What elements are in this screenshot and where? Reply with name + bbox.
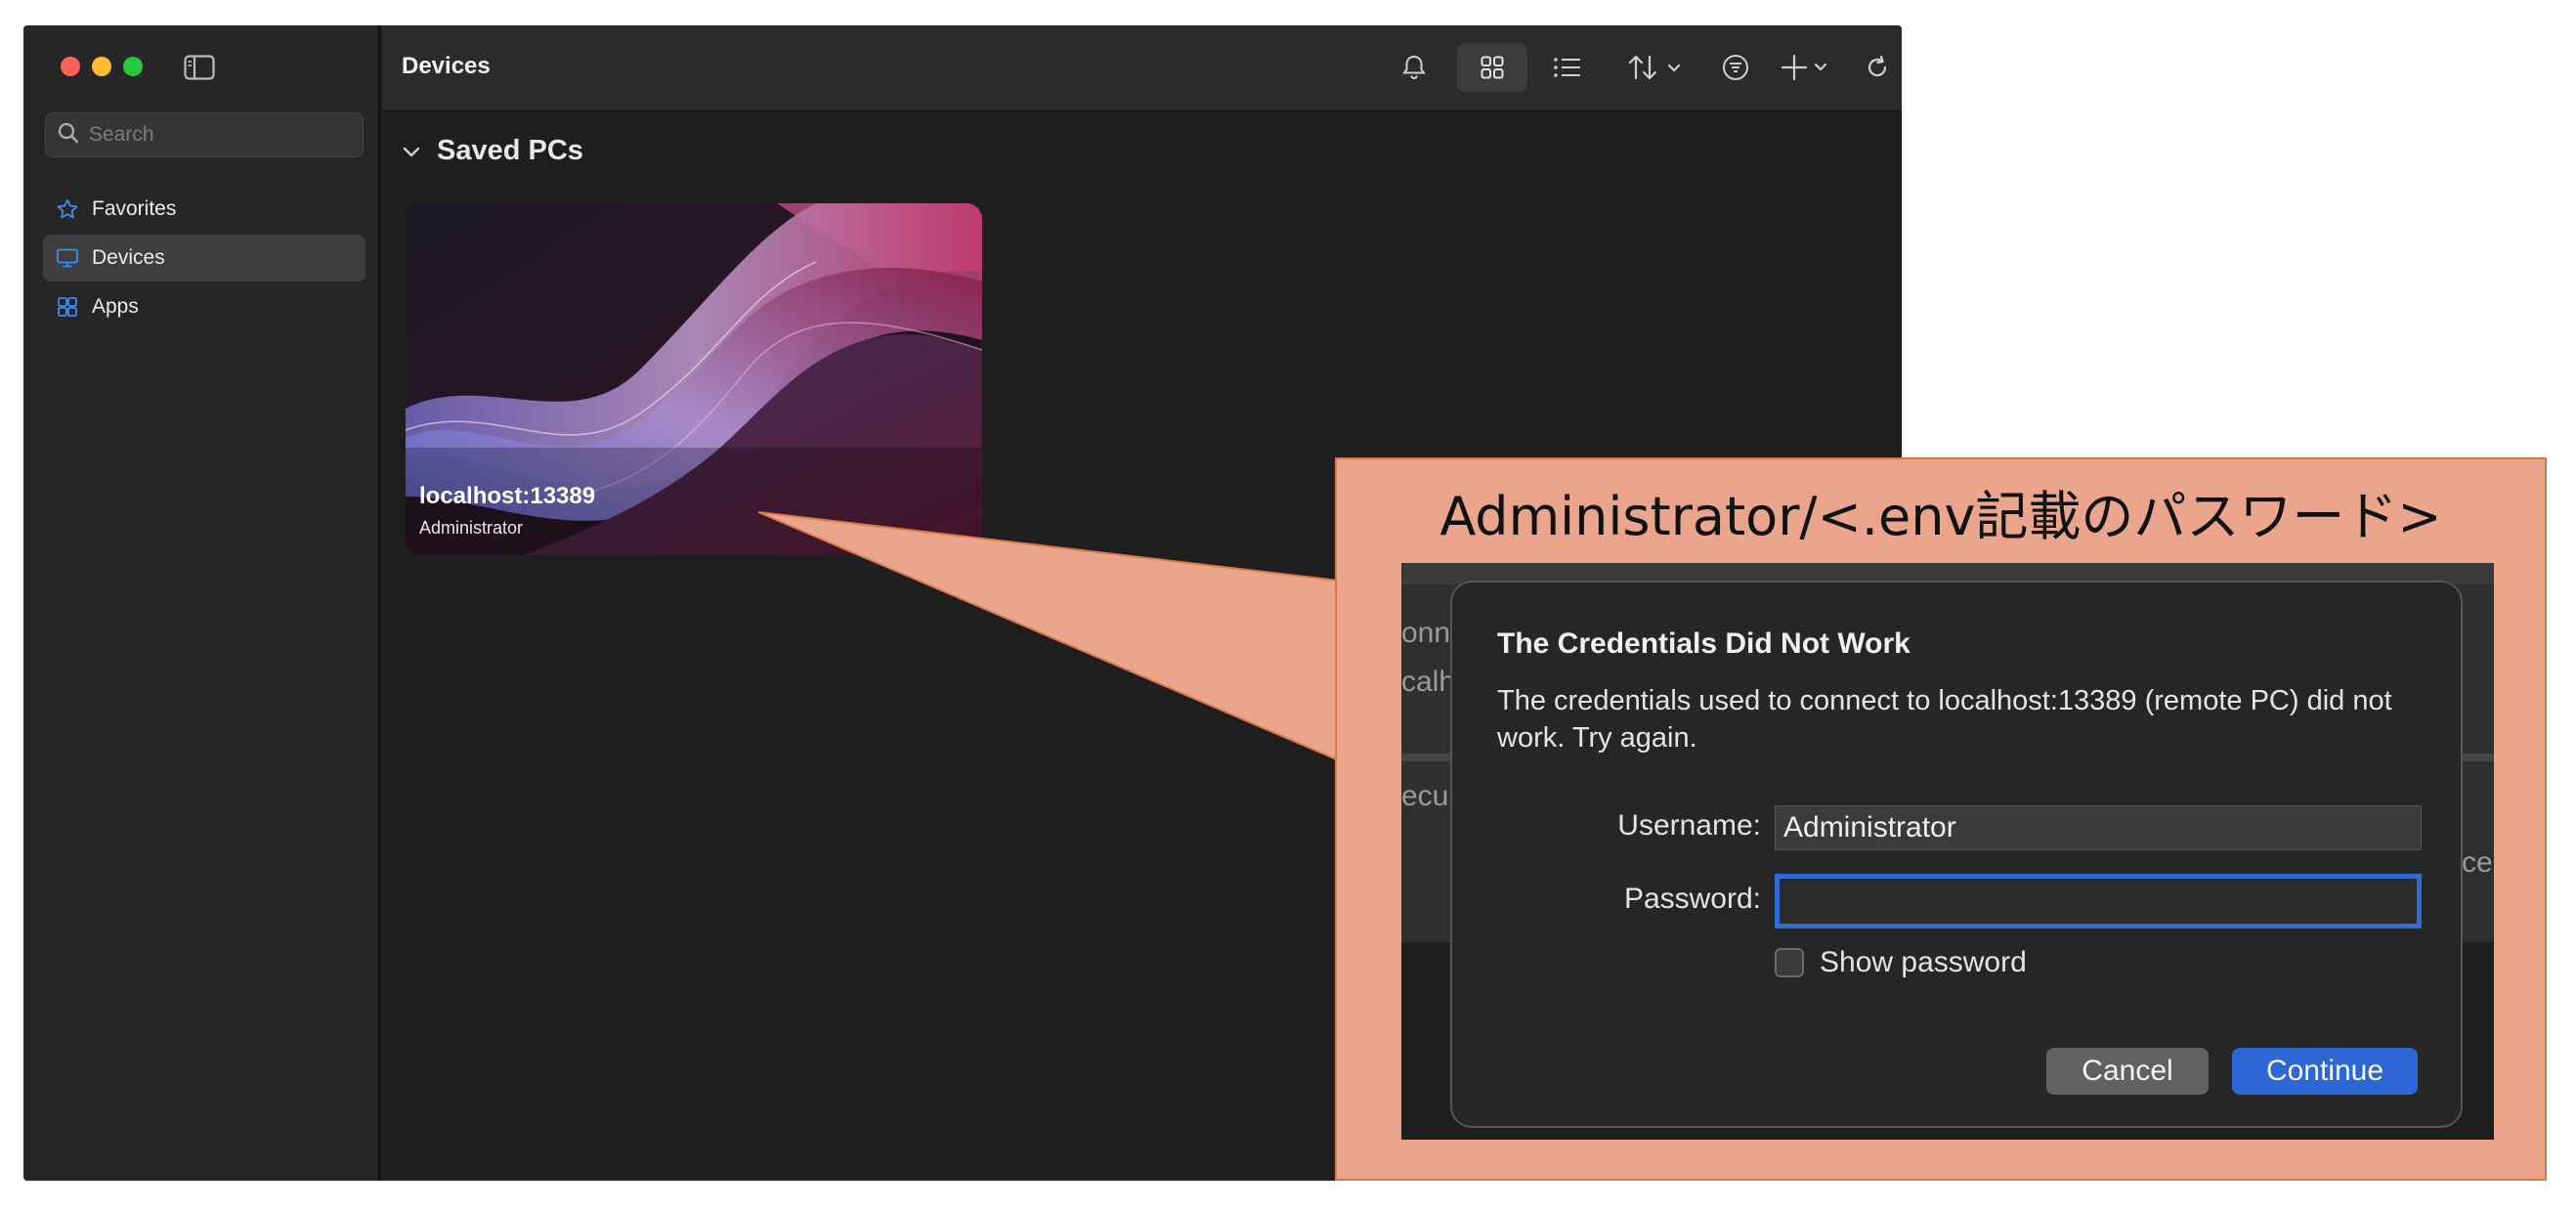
section-title: Saved PCs	[437, 135, 583, 166]
search-icon	[58, 122, 79, 149]
callout-text: Administrator/<.env記載のパスワード>	[1439, 486, 2442, 547]
sidebar-toggle-icon[interactable]	[184, 55, 215, 80]
cancel-button[interactable]: Cancel	[2046, 1048, 2209, 1095]
grid-view-icon[interactable]	[1457, 43, 1527, 92]
sidebar: Favorites Devices Apps	[23, 25, 380, 1181]
pc-card[interactable]: localhost:13389 Administrator	[406, 203, 982, 555]
filter-icon[interactable]	[1713, 43, 1758, 92]
dialog-title: The Credentials Did Not Work	[1497, 627, 1911, 660]
add-icon[interactable]	[1780, 43, 1838, 92]
monitor-icon	[55, 245, 80, 271]
username-field[interactable]	[1775, 805, 2422, 850]
window-controls	[61, 57, 143, 76]
search-field[interactable]	[45, 112, 364, 157]
toolbar: Devices	[382, 25, 1902, 111]
sidebar-item-label: Apps	[92, 295, 139, 318]
page-title: Devices	[402, 53, 491, 79]
apps-grid-icon	[55, 294, 80, 320]
sidebar-item-devices[interactable]: Devices	[43, 235, 365, 281]
sidebar-item-label: Devices	[92, 246, 165, 269]
password-field[interactable]	[1775, 874, 2422, 929]
show-password-checkbox[interactable]	[1775, 948, 1804, 977]
background-text-fragment: calh	[1401, 666, 1456, 698]
sidebar-item-apps[interactable]: Apps	[43, 283, 365, 330]
list-view-icon[interactable]	[1545, 43, 1590, 92]
sidebar-item-favorites[interactable]: Favorites	[43, 186, 365, 233]
dialog-message: The credentials used to connect to local…	[1497, 685, 2392, 754]
credentials-dialog: The Credentials Did Not Work The credent…	[1450, 581, 2463, 1128]
username-label: Username:	[1617, 809, 1761, 842]
sidebar-item-label: Favorites	[92, 197, 177, 220]
continue-button[interactable]: Continue	[2232, 1048, 2418, 1095]
minimize-window-button[interactable]	[92, 57, 111, 76]
star-icon	[55, 196, 80, 222]
close-window-button[interactable]	[61, 57, 80, 76]
dialog-screenshot: onn calh ecu ce The Credentials Did Not …	[1401, 563, 2494, 1140]
chevron-down-icon[interactable]	[402, 135, 421, 167]
section-header[interactable]: Saved PCs	[402, 135, 583, 167]
show-password-row[interactable]: Show password	[1775, 946, 2027, 979]
background-text-fragment: onn	[1401, 617, 1451, 649]
zoom-window-button[interactable]	[123, 57, 143, 76]
bell-icon[interactable]	[1395, 43, 1434, 92]
password-label: Password:	[1623, 883, 1761, 915]
pc-card-user: Administrator	[419, 518, 524, 538]
background-text-fragment: ecu	[1401, 780, 1449, 812]
background-text-fragment: ce	[2462, 846, 2493, 879]
callout-annotation: Administrator/<.env記載のパスワード> onn calh ec…	[1335, 457, 2547, 1181]
pc-card-name: localhost:13389	[419, 483, 596, 509]
refresh-icon[interactable]	[1858, 43, 1897, 92]
show-password-label: Show password	[1820, 946, 2027, 978]
sidebar-nav: Favorites Devices Apps	[43, 186, 365, 332]
sort-icon[interactable]	[1623, 43, 1694, 92]
search-input[interactable]	[89, 123, 353, 147]
